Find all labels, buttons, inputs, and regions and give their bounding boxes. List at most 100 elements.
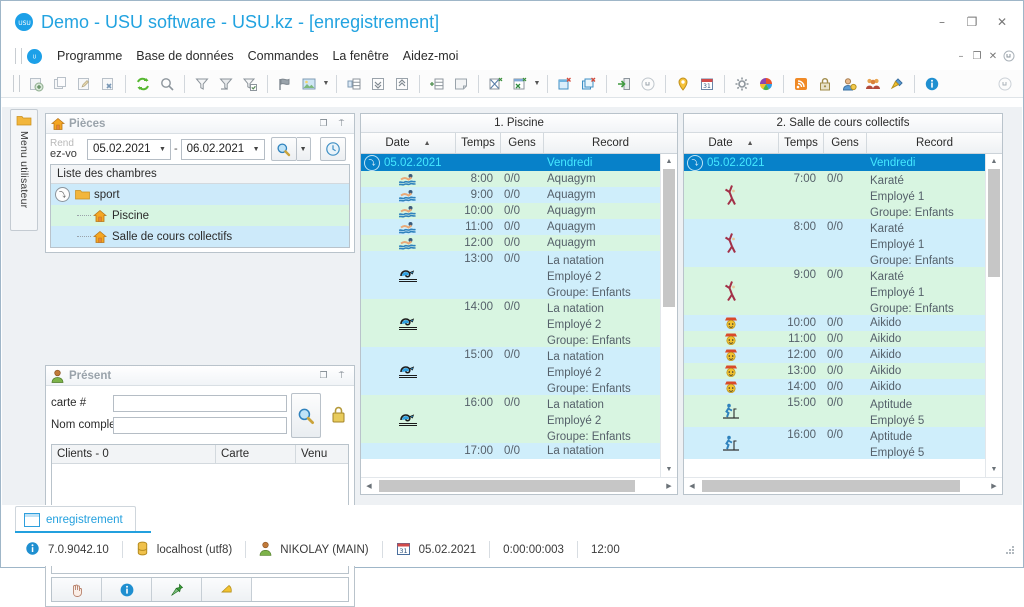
report-copy-icon[interactable] (577, 72, 601, 95)
scroll-track[interactable] (700, 478, 986, 494)
panel-pin-button[interactable]: ⍑ (336, 118, 347, 129)
table-row[interactable]: 10:00 0/0 Aikido (684, 315, 985, 331)
scroll-up-icon[interactable]: ▲ (661, 154, 677, 169)
grid-salle-horizontal-scrollbar[interactable]: ◀ ▶ (684, 477, 1002, 494)
column-header-gens[interactable]: Gens (501, 133, 544, 153)
mdi-minimize-button[interactable]: – (953, 47, 969, 65)
lock-icon[interactable] (327, 393, 349, 436)
group-columns-icon[interactable] (342, 72, 366, 95)
resize-grip-icon[interactable] (1004, 544, 1016, 556)
mdi-restore-button[interactable]: ❐ (969, 47, 985, 65)
scroll-thumb[interactable] (702, 480, 960, 492)
close-button[interactable]: ✕ (987, 9, 1017, 35)
group-expander-icon[interactable]: ⤵ (687, 154, 703, 171)
table-row[interactable]: 12:00 0/0 Aquagym (361, 235, 660, 251)
exit-icon[interactable] (612, 72, 636, 95)
scroll-track[interactable] (377, 478, 661, 494)
palette-icon[interactable] (754, 72, 778, 95)
image-icon[interactable] (297, 72, 321, 95)
hand-button[interactable] (52, 578, 102, 601)
date-search-button[interactable] (270, 137, 297, 161)
menu-base-de-donnees[interactable]: Base de données (129, 47, 240, 65)
more-down-icon[interactable] (636, 72, 660, 95)
group-row[interactable]: ⤵ 05.02.2021 Vendredi (361, 154, 660, 171)
table-row[interactable]: 15:00 0/0 Aptitude Employé 5 (684, 395, 985, 427)
refresh-icon[interactable] (131, 72, 155, 95)
table-row[interactable]: 14:00 0/0 Aikido (684, 379, 985, 395)
insert-row-icon[interactable] (425, 72, 449, 95)
carte-number-field[interactable] (113, 394, 287, 412)
copy-record-icon[interactable] (48, 72, 72, 95)
panel-pin-button[interactable]: ⍑ (336, 370, 347, 381)
collapse-all-icon[interactable] (390, 72, 414, 95)
table-row[interactable]: 9:00 0/0 Karaté Employé 1 Groupe: Enfant… (684, 267, 985, 315)
table-row[interactable]: 17:00 0/0 La natation (361, 443, 660, 459)
tree-node-salle[interactable]: Salle de cours collectifs (51, 226, 349, 247)
menu-aidez-moi[interactable]: Aidez-moi (396, 47, 466, 65)
scroll-left-icon[interactable]: ◀ (684, 478, 700, 494)
tree-node-piscine[interactable]: Piscine (51, 205, 349, 226)
info-button[interactable] (102, 578, 152, 601)
export-word-icon[interactable] (484, 72, 508, 95)
table-row[interactable]: 16:00 0/0 Aptitude Employé 5 (684, 427, 985, 459)
menu-commandes[interactable]: Commandes (241, 47, 326, 65)
flag-icon[interactable] (273, 72, 297, 95)
table-row[interactable]: 9:00 0/0 Aquagym (361, 187, 660, 203)
venu-column-header[interactable]: Venu (296, 445, 348, 463)
table-row[interactable]: 10:00 0/0 Aquagym (361, 203, 660, 219)
grid-piscine-vertical-scrollbar[interactable]: ▲ ▼ (660, 154, 677, 477)
group-row[interactable]: ⤵ 05.02.2021 Vendredi (684, 154, 985, 171)
bell-button[interactable] (202, 578, 252, 601)
table-row[interactable]: 13:00 0/0 Aikido (684, 363, 985, 379)
tree-expander-icon[interactable]: ⤵ (55, 187, 70, 202)
column-header-temps[interactable]: Temps (779, 133, 824, 153)
table-row[interactable]: 7:00 0/0 Karaté Employé 1 Groupe: Enfant… (684, 171, 985, 219)
group-expander-icon[interactable]: ⤵ (364, 154, 380, 171)
table-row[interactable]: 16:00 0/0 La natation Employé 2 Groupe: … (361, 395, 660, 443)
location-icon[interactable] (671, 72, 695, 95)
maximize-button[interactable]: ❐ (957, 9, 987, 35)
column-header-temps[interactable]: Temps (456, 133, 501, 153)
panel-restore-button[interactable]: ❐ (318, 118, 329, 129)
lock-icon[interactable] (813, 72, 837, 95)
date-search-dropdown-button[interactable]: ▼ (296, 137, 311, 161)
scroll-left-icon[interactable]: ◀ (361, 478, 377, 494)
add-record-icon[interactable] (24, 72, 48, 95)
scroll-right-icon[interactable]: ▶ (661, 478, 677, 494)
column-header-date[interactable]: Date ▲ (361, 133, 456, 153)
column-header-record[interactable]: Record (867, 133, 1002, 153)
mdi-more-button[interactable] (1001, 47, 1017, 65)
toolbar-drag-grip[interactable] (13, 75, 20, 92)
filter-apply-icon[interactable] (238, 72, 262, 95)
menu-drag-grip[interactable] (15, 48, 22, 64)
scroll-down-icon[interactable]: ▼ (661, 462, 677, 477)
expand-all-icon[interactable] (366, 72, 390, 95)
user-icon[interactable] (837, 72, 861, 95)
filter-icon[interactable] (190, 72, 214, 95)
grid-piscine-horizontal-scrollbar[interactable]: ◀ ▶ (361, 477, 677, 494)
scroll-thumb[interactable] (379, 480, 635, 492)
table-row[interactable]: 8:00 0/0 Aquagym (361, 171, 660, 187)
settings-icon[interactable] (730, 72, 754, 95)
edit-record-icon[interactable] (72, 72, 96, 95)
image-dropdown-arrow-icon[interactable]: ▼ (321, 73, 331, 94)
table-row[interactable]: 13:00 0/0 La natation Employé 2 Groupe: … (361, 251, 660, 299)
column-header-date[interactable]: Date ▲ (684, 133, 779, 153)
carte-column-header[interactable]: Carte (216, 445, 296, 463)
minimize-button[interactable]: – (927, 9, 957, 35)
menu-la-fenetre[interactable]: La fenêtre (325, 47, 395, 65)
export-excel-icon[interactable] (508, 72, 532, 95)
scroll-thumb[interactable] (988, 169, 1000, 277)
sidebar-user-menu-tab[interactable]: Menu utilisateur (10, 109, 38, 231)
tab-enregistrement[interactable]: enregistrement (15, 506, 136, 532)
tree-node-sport[interactable]: ⤵ sport (51, 184, 349, 205)
note-icon[interactable] (449, 72, 473, 95)
scroll-up-icon[interactable]: ▲ (986, 154, 1002, 169)
mdi-close-button[interactable]: ✕ (985, 47, 1001, 65)
nom-complet-field[interactable] (113, 416, 287, 434)
column-header-record[interactable]: Record (544, 133, 677, 153)
plugin-icon[interactable] (885, 72, 909, 95)
pin-button[interactable] (152, 578, 202, 601)
table-row[interactable]: 11:00 0/0 Aquagym (361, 219, 660, 235)
users-icon[interactable] (861, 72, 885, 95)
